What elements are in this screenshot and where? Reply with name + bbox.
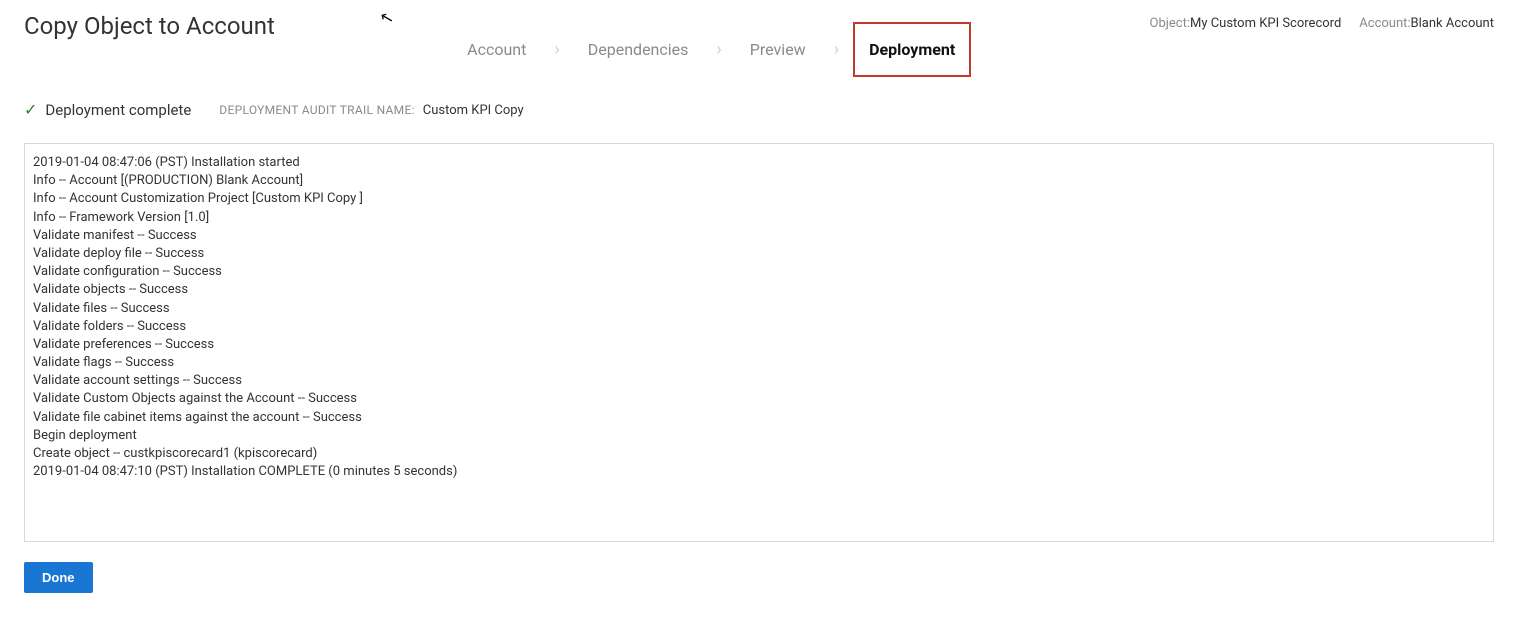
log-line: Validate file cabinet items against the … — [33, 409, 1485, 427]
object-label: Object: — [1150, 16, 1190, 31]
wizard-step-deployment[interactable]: Deployment — [853, 22, 971, 77]
log-line: Validate account settings -- Success — [33, 372, 1485, 390]
chevron-right-icon: › — [716, 39, 721, 60]
account-label: Account: — [1359, 16, 1410, 31]
chevron-right-icon: › — [834, 39, 839, 60]
log-line: 2019-01-04 08:47:06 (PST) Installation s… — [33, 154, 1485, 172]
deployment-log: 2019-01-04 08:47:06 (PST) Installation s… — [24, 143, 1494, 542]
deployment-status: ✓ Deployment complete — [24, 101, 191, 119]
log-line: Validate configuration -- Success — [33, 263, 1485, 281]
wizard-step-preview[interactable]: Preview — [736, 24, 820, 75]
object-value: My Custom KPI Scorecord — [1190, 16, 1341, 31]
log-line: Validate files -- Success — [33, 300, 1485, 318]
log-line: Validate objects -- Success — [33, 281, 1485, 299]
audit-trail: DEPLOYMENT AUDIT TRAIL NAME: Custom KPI … — [219, 103, 523, 118]
audit-label: DEPLOYMENT AUDIT TRAIL NAME: — [219, 103, 414, 117]
done-button[interactable]: Done — [24, 562, 93, 593]
chevron-right-icon: › — [554, 39, 559, 60]
log-line: Begin deployment — [33, 427, 1485, 445]
log-line: Info -- Framework Version [1.0] — [33, 209, 1485, 227]
log-line: 2019-01-04 08:47:10 (PST) Installation C… — [33, 463, 1485, 481]
wizard-steps: Account › Dependencies › Preview › Deployment — [453, 10, 971, 77]
log-line: Create object -- custkpiscorecard1 (kpis… — [33, 445, 1485, 463]
check-icon: ✓ — [24, 102, 37, 118]
log-line: Validate manifest -- Success — [33, 227, 1485, 245]
log-line: Validate flags -- Success — [33, 354, 1485, 372]
log-line: Info -- Account Customization Project [C… — [33, 190, 1485, 208]
log-line: Validate preferences -- Success — [33, 336, 1485, 354]
page-title: Copy Object to Account — [24, 10, 275, 40]
log-line: Validate folders -- Success — [33, 318, 1485, 336]
wizard-step-dependencies[interactable]: Dependencies — [574, 24, 703, 75]
object-meta: Object:My Custom KPI Scorecord — [1150, 16, 1342, 31]
log-line: Validate Custom Objects against the Acco… — [33, 390, 1485, 408]
audit-value: Custom KPI Copy — [423, 103, 524, 118]
account-value: Blank Account — [1411, 16, 1494, 31]
account-meta: Account:Blank Account — [1359, 16, 1494, 31]
log-line: Validate deploy file -- Success — [33, 245, 1485, 263]
header-meta: Object:My Custom KPI Scorecord Account:B… — [1150, 10, 1494, 31]
wizard-step-account[interactable]: Account — [453, 24, 540, 75]
status-text: Deployment complete — [45, 101, 191, 119]
log-line: Info -- Account [(PRODUCTION) Blank Acco… — [33, 172, 1485, 190]
